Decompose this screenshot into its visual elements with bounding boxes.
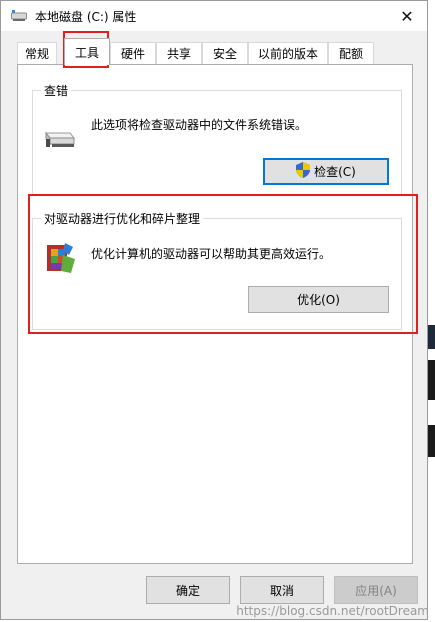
- optimize-description: 优化计算机的驱动器可以帮助其更高效运行。: [91, 247, 332, 261]
- error-checking-title: 查错: [41, 82, 72, 99]
- error-checking-group: 查错 此选项将检查驱动器中的文件系统错误。 检查(C): [32, 82, 402, 195]
- optimize-title: 对驱动器进行优化和碎片整理: [41, 210, 204, 227]
- tab-tools[interactable]: 工具: [64, 38, 110, 65]
- window-title: 本地磁盘 (C:) 属性: [35, 10, 137, 24]
- background-strip-middle: [428, 360, 435, 400]
- tab-sharing[interactable]: 共享: [156, 42, 202, 64]
- background-strip-top: [428, 325, 435, 349]
- apply-button[interactable]: 应用(A): [334, 576, 418, 604]
- tab-hardware[interactable]: 硬件: [110, 42, 156, 64]
- check-button[interactable]: 检查(C): [263, 158, 389, 185]
- optimize-button[interactable]: 优化(O): [248, 286, 389, 313]
- tab-general[interactable]: 常规: [17, 42, 57, 64]
- error-checking-description: 此选项将检查驱动器中的文件系统错误。: [91, 118, 308, 132]
- check-button-label: 检查(C): [314, 165, 356, 179]
- watermark: https://blog.csdn.net/rootDream: [236, 604, 429, 618]
- background-strip-lower: [428, 425, 435, 457]
- drive-icon: [11, 10, 27, 22]
- properties-dialog: 本地磁盘 (C:) 属性 ✕ 常规 工具 硬件 共享 安全 以前的版本 配额 查…: [0, 0, 428, 620]
- tab-quota[interactable]: 配额: [328, 42, 374, 64]
- close-button[interactable]: ✕: [387, 1, 427, 31]
- ok-button[interactable]: 确定: [146, 576, 230, 604]
- defrag-icon: [45, 241, 77, 278]
- title-bar: 本地磁盘 (C:) 属性 ✕: [1, 1, 427, 31]
- tab-previous-versions[interactable]: 以前的版本: [248, 42, 328, 64]
- hard-drive-icon: [43, 127, 76, 152]
- uac-shield-icon: [296, 162, 311, 181]
- tab-security[interactable]: 安全: [202, 42, 248, 64]
- close-icon: ✕: [400, 6, 414, 26]
- optimize-group: 对驱动器进行优化和碎片整理 优化计算机的驱动器可以帮助其更高效运行。 优化(O): [32, 210, 402, 330]
- tab-panel-tools: 查错 此选项将检查驱动器中的文件系统错误。 检查(C) 对驱动器进行优化和碎片整…: [17, 64, 413, 564]
- cancel-button[interactable]: 取消: [240, 576, 324, 604]
